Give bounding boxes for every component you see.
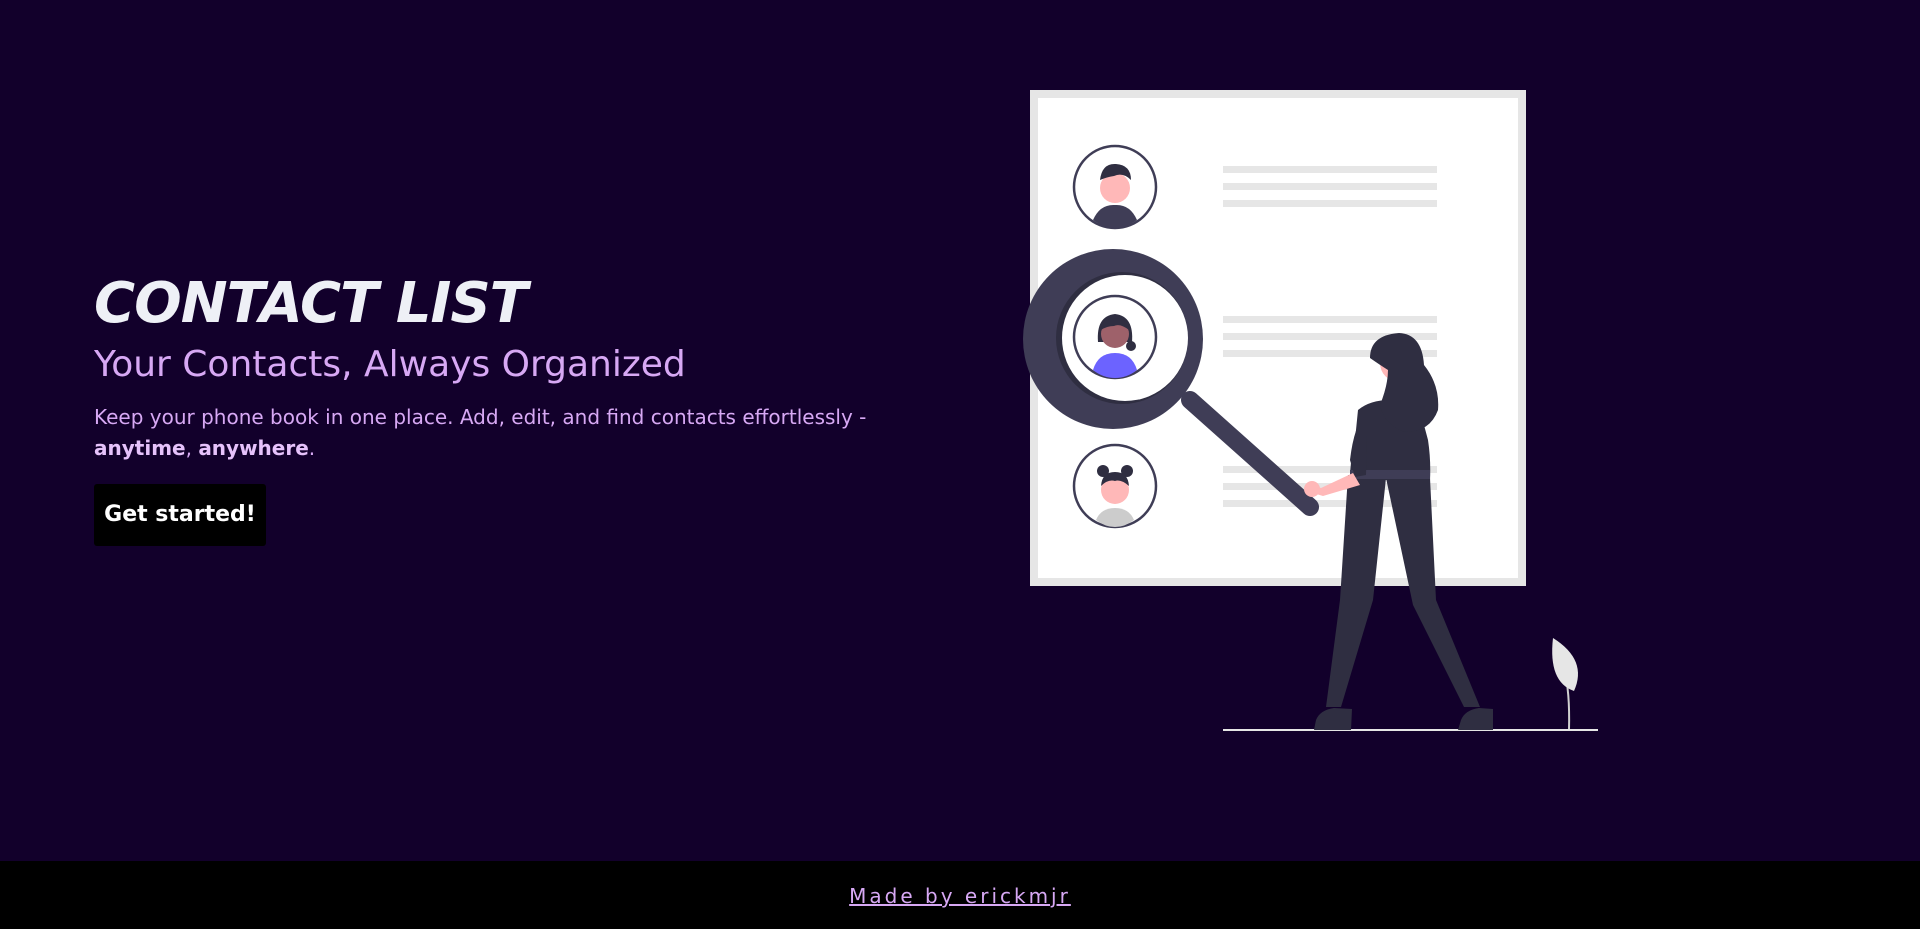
description-emphasis-anytime: anytime [94, 436, 186, 460]
hero-subtitle: Your Contacts, Always Organized [94, 344, 686, 385]
contact-avatar-1 [1072, 144, 1158, 230]
illustration-svg [1023, 90, 1598, 731]
description-period: . [308, 436, 316, 460]
page-title: CONTACT LIST [94, 271, 528, 336]
line-placeholder [1223, 166, 1437, 173]
contact-avatar-3 [1072, 443, 1158, 529]
line-placeholder [1223, 316, 1437, 323]
hero-text: CONTACT LIST Your Contacts, Always Organ… [94, 270, 934, 546]
page: CONTACT LIST Your Contacts, Always Organ… [0, 0, 1920, 929]
author-credit-link[interactable]: Made by erickmjr [849, 884, 1071, 908]
description-separator: , [185, 436, 199, 460]
footer: Made by erickmjr [0, 861, 1920, 929]
plant-icon [1552, 638, 1578, 731]
line-placeholder [1223, 183, 1437, 190]
contact-avatar-2 [1072, 294, 1158, 380]
hero-section: CONTACT LIST Your Contacts, Always Organ… [0, 0, 1920, 861]
get-started-button[interactable]: Get started! [94, 484, 266, 546]
description-text: Keep your phone book in one place. Add, … [94, 405, 867, 429]
line-placeholder [1223, 200, 1437, 207]
hero-description: Keep your phone book in one place. Add, … [94, 402, 934, 464]
description-emphasis-anywhere: anywhere [198, 436, 309, 460]
contact-search-illustration [1010, 80, 1630, 740]
